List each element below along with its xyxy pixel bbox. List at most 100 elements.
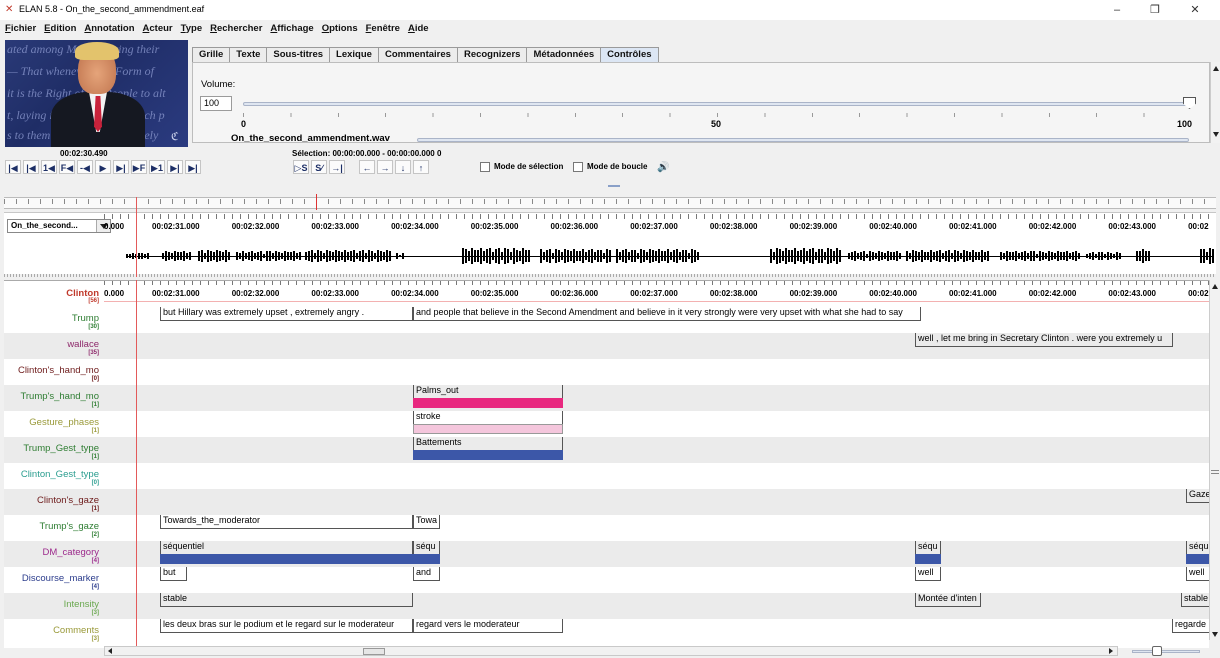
annotation-wallace[interactable]: well , let me bring in Secretary Clinton… [915, 333, 1173, 347]
menu-fenetre[interactable]: Fenêtre [366, 20, 400, 38]
tab-lexique[interactable]: Lexique [329, 47, 379, 63]
annotation-up-button[interactable]: ↑ [413, 160, 429, 174]
annotation-trump[interactable]: but Hillary was extremely upset , extrem… [160, 307, 413, 321]
volume-field[interactable]: 100 [200, 96, 232, 111]
tab-sous-titres[interactable]: Sous-titres [266, 47, 331, 63]
annotation-comment[interactable]: les deux bras sur le podium et le regard… [160, 619, 413, 633]
splitter-handle[interactable] [608, 185, 620, 187]
annotation-intensity[interactable]: Montée d'inten [915, 593, 981, 607]
menu-rechercher[interactable]: Rechercher [210, 20, 262, 38]
menu-acteur[interactable]: Acteur [143, 20, 173, 38]
zoom-slider-track[interactable] [1132, 650, 1200, 653]
menu-options[interactable]: Options [322, 20, 358, 38]
tier-label[interactable]: Clinton [56] [4, 281, 99, 307]
annotation-dm-category[interactable]: séqu [413, 541, 440, 555]
annotation-discourse-marker[interactable]: and [413, 567, 440, 581]
scroll-right-icon[interactable] [1109, 648, 1113, 654]
annotation-trump-gaze[interactable]: Towa [413, 515, 440, 529]
annotation-comment[interactable]: regard vers le moderateur [413, 619, 563, 633]
audio-volume-slider[interactable] [417, 138, 1189, 142]
next-frame-button[interactable]: ▶F [131, 160, 147, 174]
tier-row[interactable]: Clinton's_gaze [1] [4, 489, 1209, 515]
overview-ruler[interactable] [4, 194, 1216, 210]
annotation-discourse-marker[interactable]: but [160, 567, 187, 581]
menu-aide[interactable]: Aide [408, 20, 429, 38]
annotation-intensity[interactable]: stable [1181, 593, 1209, 607]
scroll-thumb[interactable] [363, 648, 385, 655]
previous-frame-button[interactable]: F◀ [59, 160, 75, 174]
scroll-thumb-grip[interactable] [1211, 470, 1219, 471]
menu-type[interactable]: Type [181, 20, 202, 38]
speaker-icon[interactable]: 🔊 [657, 162, 669, 173]
tier-label[interactable]: Trump's_gaze [2] [4, 515, 99, 541]
media-file-select[interactable]: On_the_second... [7, 219, 111, 233]
previous-annotation-button[interactable]: ← [359, 160, 375, 174]
controls-scrollbar[interactable] [1210, 62, 1220, 143]
tier-label[interactable]: Gesture_phases [1] [4, 411, 99, 437]
annotation-trump-hand[interactable]: Palms_out [413, 385, 563, 399]
annotation-intensity[interactable]: stable [160, 593, 413, 607]
annotation-clinton-gaze[interactable]: Gaze [1186, 489, 1209, 503]
next-second-button[interactable]: ▶1 [149, 160, 165, 174]
minimize-button[interactable]: – [1102, 2, 1132, 18]
tier-label[interactable]: DM_category [4] [4, 541, 100, 567]
annotation-comment[interactable]: regarde [1172, 619, 1209, 633]
go-to-end-button[interactable]: ▶| [185, 160, 201, 174]
previous-pixel-button[interactable]: -◀ [77, 160, 93, 174]
zoom-slider[interactable] [1132, 646, 1210, 656]
previous-scrollview-button[interactable]: |◀ [23, 160, 39, 174]
menu-annotation[interactable]: Annotation [84, 20, 134, 38]
play-selection-button[interactable]: ▷S [293, 160, 309, 174]
maximize-button[interactable]: ❐ [1140, 2, 1170, 18]
scroll-up-icon[interactable] [1212, 284, 1218, 289]
tier-label[interactable]: Comments [3] [4, 619, 99, 645]
clear-selection-button[interactable]: S∕ [311, 160, 327, 174]
volume-slider-track[interactable] [243, 102, 1191, 106]
next-annotation-button[interactable]: → [377, 160, 393, 174]
tier-label[interactable]: wallace [35] [4, 333, 99, 359]
tier-label[interactable]: Clinton's_gaze [1] [4, 489, 99, 515]
pane-divider[interactable] [4, 274, 1216, 277]
tab-texte[interactable]: Texte [229, 47, 268, 63]
scroll-down-icon[interactable] [1212, 632, 1218, 637]
loop-mode-checkbox[interactable] [573, 162, 583, 172]
menu-edition[interactable]: Edition [44, 20, 76, 38]
next-pixel-button[interactable]: ▶| [113, 160, 129, 174]
tab-grille[interactable]: Grille [192, 47, 231, 63]
play-button[interactable]: ▶ [95, 160, 111, 174]
scroll-left-icon[interactable] [108, 648, 112, 654]
annotation-dm-category[interactable]: séqu [915, 541, 941, 555]
annotation-dm-category[interactable]: séqu [1186, 541, 1209, 555]
tier-row[interactable]: Clinton's_hand_mo [0] [4, 359, 1209, 385]
annotation-dm-category[interactable]: séquentiel [160, 541, 413, 555]
menu-affichage[interactable]: Affichage [270, 20, 313, 38]
tier-row[interactable]: Gesture_phases [1] [4, 411, 1209, 437]
timeline-horizontal-scrollbar[interactable] [104, 646, 1118, 656]
tier-label[interactable]: Trump [30] [4, 307, 99, 333]
video-viewer[interactable]: ated among Men, deriving their — That wh… [5, 40, 188, 147]
tier-label[interactable]: Discourse_marker [4] [4, 567, 99, 593]
tab-controles[interactable]: Contrôles [600, 47, 659, 63]
annotation-trump-gaze[interactable]: Towards_the_moderator [160, 515, 413, 529]
tier-label[interactable]: Intensity [3] [4, 593, 99, 619]
annotation-discourse-marker[interactable]: well [915, 567, 941, 581]
next-scrollview-button[interactable]: ▶| [167, 160, 183, 174]
annotation-discourse-marker[interactable]: well [1186, 567, 1209, 581]
tier-label[interactable]: Clinton_Gest_type [0] [4, 463, 99, 489]
selection-end-button[interactable]: →| [329, 160, 345, 174]
tab-recognizers[interactable]: Recognizers [456, 47, 528, 63]
tier-row[interactable]: Clinton [56] [4, 281, 1209, 307]
previous-second-button[interactable]: 1◀ [41, 160, 57, 174]
annotation-trump[interactable]: and people that believe in the Second Am… [413, 307, 921, 321]
zoom-slider-thumb[interactable] [1152, 646, 1162, 656]
annotation-down-button[interactable]: ↓ [395, 160, 411, 174]
go-to-begin-button[interactable]: |◀ [5, 160, 21, 174]
selection-mode-checkbox[interactable] [480, 162, 490, 172]
scroll-up-icon[interactable] [1213, 66, 1219, 71]
tier-label[interactable]: Trump's_hand_mo [1] [4, 385, 99, 411]
tier-row[interactable]: Trump_Gest_type [1] [4, 437, 1209, 463]
tier-row[interactable]: Trump's_hand_mo [1] [4, 385, 1209, 411]
scroll-thumb-grip[interactable] [1211, 473, 1219, 474]
scroll-down-icon[interactable] [1213, 132, 1219, 137]
tab-metadonnees[interactable]: Métadonnées [526, 47, 602, 63]
